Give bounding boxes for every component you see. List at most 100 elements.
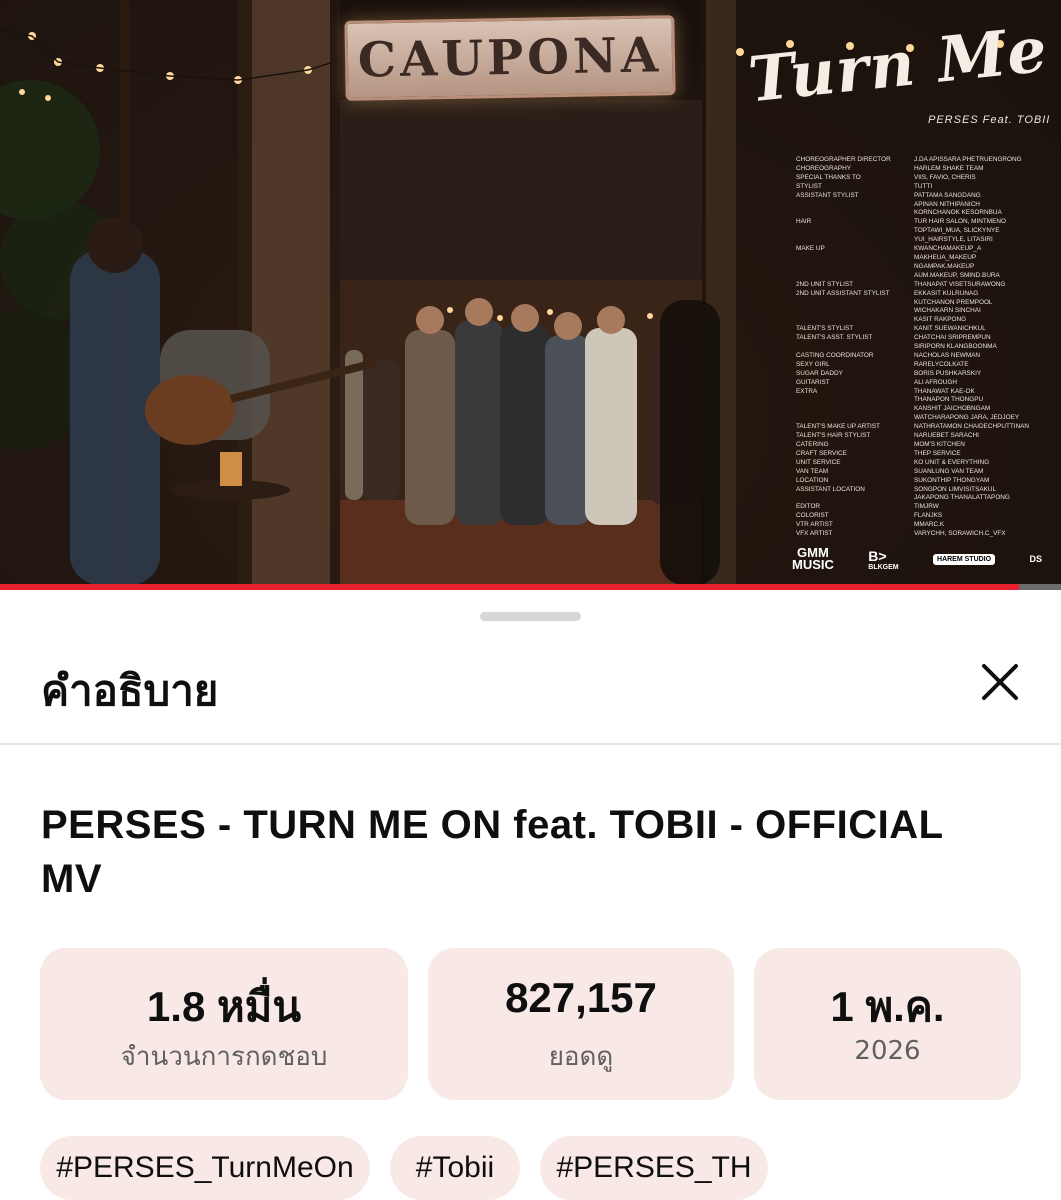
credit-role: CHOREOGRAPHY bbox=[796, 164, 852, 172]
credit-row: AUM.MAKEUP, SMIND.BURA bbox=[796, 272, 1042, 281]
close-button[interactable] bbox=[972, 654, 1028, 710]
credit-role: CASTING COORDINATOR bbox=[796, 351, 874, 359]
credit-name: BORIS PUSHKARSKIY bbox=[914, 369, 982, 377]
credit-name: ALI AFROUGH bbox=[914, 378, 957, 386]
credit-role: MAKE UP bbox=[796, 245, 825, 253]
credit-role: VFX ARTIST bbox=[796, 530, 833, 538]
likes-stat: 1.8 หมื่น จำนวนการกดชอบ bbox=[40, 948, 408, 1100]
credit-name: KO UNIT & EVERYTHING bbox=[914, 458, 990, 466]
credit-name: TOPTAWI_MUA, SLICKYNYE bbox=[914, 227, 1000, 235]
credit-name: SUKONTHIP THONGYAM bbox=[914, 476, 990, 484]
credit-name: TUR HAIR SALON, MINTMENO bbox=[914, 218, 1006, 226]
credit-name: HARLEM SHAKE TEAM bbox=[914, 164, 984, 172]
credit-role: CRAFT SERVICE bbox=[796, 449, 847, 457]
credit-role: HAIR bbox=[796, 218, 812, 226]
credit-name: NATHRATAMON CHAIDECHPUTTINAN bbox=[914, 423, 1030, 431]
video-player[interactable]: CAUPONA Turn Me On PERSES Feat. TOBII CH… bbox=[0, 0, 1061, 590]
description-sheet: คำอธิบาย PERSES - TURN ME ON feat. TOBII… bbox=[0, 592, 1061, 1200]
credit-row: TALENT'S MAKE UP ARTIST NATHRATAMON CHAID… bbox=[796, 423, 1042, 432]
credit-row: SEXY GIRL RARELYCOLKATE bbox=[796, 361, 1042, 370]
harem-studio-logo: HAREM STUDIO bbox=[933, 553, 996, 565]
credit-role bbox=[796, 299, 914, 308]
views-label: ยอดดู bbox=[548, 1042, 614, 1072]
credit-row: HAIR TUR HAIR SALON, MINTMENO bbox=[796, 218, 1042, 227]
credit-row: KUTCHANON PREMPOOL bbox=[796, 299, 1042, 308]
credit-name: KWANCHAMAKEUP_A bbox=[914, 245, 982, 253]
credit-role: SEXY GIRL bbox=[796, 360, 830, 368]
blkgem-logo: B> BLKGEM bbox=[868, 548, 898, 571]
gmm-music-logo: GMM MUSIC bbox=[792, 546, 834, 572]
upload-year: 2026 bbox=[854, 1036, 921, 1066]
credit-row: CRAFT SERVICE THEP SERVICE bbox=[796, 450, 1042, 459]
credit-row: SPECIAL THANKS TO VIIS, FAVIO, CHERIS bbox=[796, 174, 1042, 183]
credit-name: AUM.MAKEUP, SMIND.BURA bbox=[914, 271, 1000, 279]
credit-role: TALENT'S MAKE UP ARTIST bbox=[796, 423, 880, 431]
credit-role bbox=[796, 316, 914, 325]
credit-name: YUI_HAIRSTYLE, LITASIRI bbox=[914, 236, 993, 244]
blkgem-mark: B> bbox=[868, 547, 887, 564]
credit-name: SONGPON LIMVISITSAKUL bbox=[914, 485, 997, 493]
gmm-logo-line2: MUSIC bbox=[792, 557, 834, 572]
credit-role: ASSISTANT LOCATION bbox=[796, 485, 865, 493]
credit-role: SUGAR DADDY bbox=[796, 369, 843, 377]
credit-row: MAKE UP KWANCHAMAKEUP_A bbox=[796, 245, 1042, 254]
divider bbox=[0, 743, 1061, 745]
drag-handle[interactable] bbox=[480, 612, 581, 621]
credit-row: TALENT'S STYLIST KANIT SUEWANICHKUL bbox=[796, 325, 1042, 334]
video-title: PERSES - TURN ME ON feat. TOBII - OFFICI… bbox=[41, 803, 943, 901]
likes-count: 1.8 หมื่น bbox=[146, 983, 302, 1030]
views-stat: 827,157 ยอดดู bbox=[428, 948, 734, 1100]
credit-row: STYLIST TUTTI bbox=[796, 183, 1042, 192]
credit-row: TALENT'S ASST. STYLIST CHATCHAI SRIPREMPU… bbox=[796, 334, 1042, 343]
credit-row: COLORIST FLANJKS bbox=[796, 512, 1042, 521]
hashtag-chip[interactable]: #Tobii bbox=[390, 1136, 520, 1200]
credit-row: CHOREOGRAPHER DIRECTOR J.DA APISSARA PHET… bbox=[796, 156, 1042, 165]
credit-name: TUTTI bbox=[914, 182, 933, 190]
credit-role bbox=[796, 227, 914, 236]
small-logo: DS bbox=[1029, 554, 1042, 564]
credit-row: CHOREOGRAPHY HARLEM SHAKE TEAM bbox=[796, 165, 1042, 174]
hashtag-chip[interactable]: #PERSES_TH bbox=[540, 1136, 768, 1200]
credit-role bbox=[796, 405, 914, 414]
credit-name: RARELYCOLKATE bbox=[914, 360, 969, 368]
credit-role: VAN TEAM bbox=[796, 467, 829, 475]
credit-row: ASSISTANT LOCATION SONGPON LIMVISITSAKUL bbox=[796, 486, 1042, 495]
credit-row: GUITARIST ALI AFROUGH bbox=[796, 379, 1042, 388]
video-progress-fill bbox=[0, 584, 1019, 590]
credit-role: LOCATION bbox=[796, 476, 829, 484]
credit-name: APINAN NITHIPANICH bbox=[914, 200, 980, 208]
credit-row: MAKHEUA_MAKEUP bbox=[796, 254, 1042, 263]
likes-label: จำนวนการกดชอบ bbox=[120, 1042, 328, 1072]
credit-row: YUI_HAIRSTYLE, LITASIRI bbox=[796, 236, 1042, 245]
credit-name: KUTCHANON PREMPOOL bbox=[914, 298, 993, 306]
credit-name: NGAMPAK.MAKEUP bbox=[914, 262, 975, 270]
credit-role bbox=[796, 254, 914, 263]
credit-row: EDITOR TIMJRW bbox=[796, 503, 1042, 512]
upload-date: 1 พ.ค. bbox=[830, 983, 945, 1030]
credit-row: VTR ARTIST MMARC.K bbox=[796, 521, 1042, 530]
credit-row: EXTRA THANAWAT KAE-OK bbox=[796, 388, 1042, 397]
credit-role bbox=[796, 494, 914, 503]
credit-name: KANSHIT JAICHOBNGAM bbox=[914, 405, 991, 413]
hashtag-chip[interactable]: #PERSES_TurnMeOn bbox=[40, 1136, 370, 1200]
credit-name: MAKHEUA_MAKEUP bbox=[914, 253, 977, 261]
credit-name: SIRIPORN KLANGBOONMA bbox=[914, 343, 997, 351]
credit-name: EKKASIT KULRUNAG bbox=[914, 289, 979, 297]
credit-role: EXTRA bbox=[796, 387, 818, 395]
views-count: 827,157 bbox=[505, 974, 657, 1021]
credit-role: COLORIST bbox=[796, 512, 829, 520]
credit-role: ASSISTANT STYLIST bbox=[796, 191, 859, 199]
credit-role bbox=[796, 414, 914, 423]
credit-row: 2ND UNIT STYLIST THANAPAT VISETSURAWONG bbox=[796, 281, 1042, 290]
credit-row: ASSISTANT STYLIST PATTAMA SANGDANG bbox=[796, 192, 1042, 201]
credit-name: THANAWAT KAE-OK bbox=[914, 387, 975, 395]
credit-role bbox=[796, 343, 914, 352]
credit-name: CHATCHAI SRIPREMPUN bbox=[914, 334, 991, 342]
credit-role bbox=[796, 236, 914, 245]
credit-name: SUANLUNG VAN TEAM bbox=[914, 467, 984, 475]
credit-row: VFX ARTIST VARYCHH, SORAWICH.C_VFX bbox=[796, 530, 1042, 539]
credit-name: MOM'S KITCHEN bbox=[914, 441, 965, 448]
video-progress-bar[interactable] bbox=[0, 584, 1061, 590]
credit-row: KORNCHANOK KESORNBUA bbox=[796, 209, 1042, 218]
credit-role: VTR ARTIST bbox=[796, 521, 833, 529]
